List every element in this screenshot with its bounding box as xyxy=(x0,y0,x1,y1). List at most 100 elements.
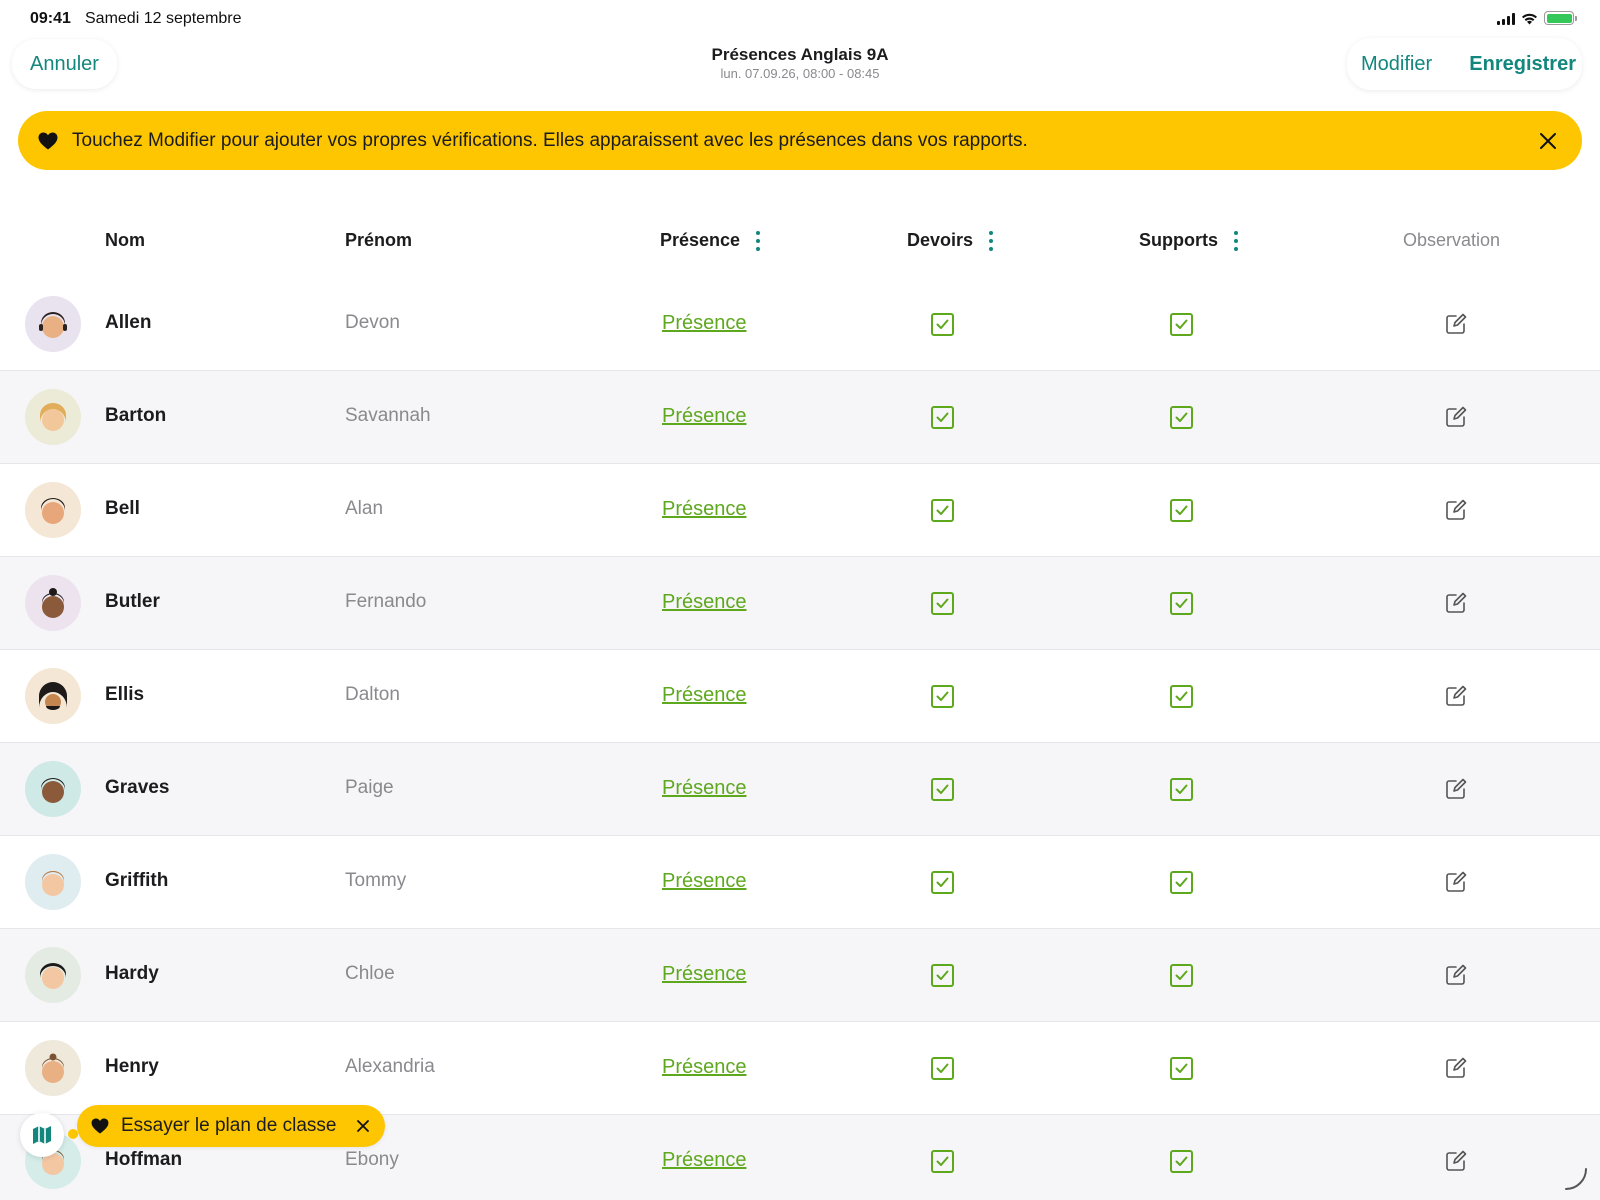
student-first-name: Chloe xyxy=(345,963,395,984)
supports-checkbox-icon[interactable] xyxy=(1170,1150,1193,1173)
student-first-name: Tommy xyxy=(345,870,407,891)
student-last-name: Graves xyxy=(105,777,170,798)
student-last-name: Hardy xyxy=(105,963,159,984)
nav-actions: Modifier Enregistrer xyxy=(1347,38,1582,90)
table-row: Bell Alan Présence xyxy=(0,464,1600,557)
devoirs-checkbox-icon[interactable] xyxy=(931,871,954,894)
edit-note-icon[interactable] xyxy=(1444,591,1468,615)
supports-checkbox-icon[interactable] xyxy=(1170,499,1193,522)
map-icon xyxy=(33,1126,51,1144)
presence-link[interactable]: Présence xyxy=(662,1149,747,1172)
table-row: Barton Savannah Présence xyxy=(0,371,1600,464)
save-button[interactable]: Enregistrer xyxy=(1469,53,1576,76)
avatar xyxy=(25,1040,81,1096)
avatar xyxy=(25,947,81,1003)
wifi-icon xyxy=(1522,13,1537,25)
supports-checkbox-icon[interactable] xyxy=(1170,592,1193,615)
table-row: Graves Paige Présence xyxy=(0,743,1600,836)
supports-checkbox-icon[interactable] xyxy=(1170,685,1193,708)
devoirs-checkbox-icon[interactable] xyxy=(931,964,954,987)
devoirs-checkbox-icon[interactable] xyxy=(931,1150,954,1173)
student-last-name: Allen xyxy=(105,312,152,333)
seating-plan-prompt[interactable]: Essayer le plan de classe xyxy=(77,1105,385,1147)
close-icon[interactable] xyxy=(1536,129,1560,153)
supports-options-icon[interactable] xyxy=(1232,230,1240,251)
presence-link[interactable]: Présence xyxy=(662,684,747,707)
avatar xyxy=(25,668,81,724)
devoirs-checkbox-icon[interactable] xyxy=(931,1057,954,1080)
devoirs-checkbox-icon[interactable] xyxy=(931,499,954,522)
avatar xyxy=(25,389,81,445)
supports-checkbox-icon[interactable] xyxy=(1170,1057,1193,1080)
column-header-supports-label: Supports xyxy=(1139,230,1218,250)
column-header-presence-label: Présence xyxy=(660,230,741,250)
close-icon[interactable] xyxy=(355,1118,371,1134)
devoirs-checkbox-icon[interactable] xyxy=(931,406,954,429)
column-header-prenom-label: Prénom xyxy=(345,230,413,250)
column-header-observation: Observation xyxy=(1403,230,1500,251)
student-last-name: Griffith xyxy=(105,870,169,891)
edit-note-icon[interactable] xyxy=(1444,777,1468,801)
edit-note-icon[interactable] xyxy=(1444,963,1468,987)
column-header-observation-label: Observation xyxy=(1403,230,1501,250)
student-first-name: Alan xyxy=(345,498,384,519)
table-row: Hardy Chloe Présence xyxy=(0,929,1600,1022)
presence-options-icon[interactable] xyxy=(754,230,762,251)
avatar xyxy=(25,575,81,631)
battery-icon xyxy=(1544,11,1577,25)
column-header-nom: Nom xyxy=(105,230,145,251)
column-header-supports: Supports xyxy=(1139,230,1240,251)
table-row: Ellis Dalton Présence xyxy=(0,650,1600,743)
edit-note-icon[interactable] xyxy=(1444,498,1468,522)
edit-note-icon[interactable] xyxy=(1444,312,1468,336)
supports-checkbox-icon[interactable] xyxy=(1170,406,1193,429)
presence-link[interactable]: Présence xyxy=(662,498,747,521)
presence-link[interactable]: Présence xyxy=(662,777,747,800)
student-last-name: Ellis xyxy=(105,684,145,705)
devoirs-checkbox-icon[interactable] xyxy=(931,778,954,801)
seating-plan-button[interactable] xyxy=(20,1113,64,1157)
devoirs-checkbox-icon[interactable] xyxy=(931,685,954,708)
supports-checkbox-icon[interactable] xyxy=(1170,964,1193,987)
supports-checkbox-icon[interactable] xyxy=(1170,313,1193,336)
student-first-name: Paige xyxy=(345,777,394,798)
presence-link[interactable]: Présence xyxy=(662,870,747,893)
devoirs-checkbox-icon[interactable] xyxy=(931,313,954,336)
supports-checkbox-icon[interactable] xyxy=(1170,871,1193,894)
edit-note-icon[interactable] xyxy=(1444,405,1468,429)
heart-icon xyxy=(91,1118,109,1134)
presence-link[interactable]: Présence xyxy=(662,1056,747,1079)
student-first-name: Fernando xyxy=(345,591,427,612)
presence-link[interactable]: Présence xyxy=(662,405,747,428)
status-bar: 09:41 Samedi 12 septembre xyxy=(0,0,1600,36)
heart-icon xyxy=(38,132,58,149)
student-first-name: Ebony xyxy=(345,1149,399,1170)
banner-text: Touchez Modifier pour ajouter vos propre… xyxy=(72,129,1028,151)
edit-note-icon[interactable] xyxy=(1444,1056,1468,1080)
supports-checkbox-icon[interactable] xyxy=(1170,778,1193,801)
avatar xyxy=(25,296,81,352)
devoirs-options-icon[interactable] xyxy=(987,230,995,251)
edit-note-icon[interactable] xyxy=(1444,1149,1468,1173)
presence-link[interactable]: Présence xyxy=(662,312,747,335)
table-header: Nom Prénom Présence Devoirs Supports Obs… xyxy=(0,222,1600,262)
presence-link[interactable]: Présence xyxy=(662,591,747,614)
edit-note-icon[interactable] xyxy=(1444,870,1468,894)
student-last-name: Butler xyxy=(105,591,160,612)
table-row: Henry Alexandria Présence xyxy=(0,1022,1600,1115)
student-first-name: Dalton xyxy=(345,684,400,705)
devoirs-checkbox-icon[interactable] xyxy=(931,592,954,615)
column-header-devoirs: Devoirs xyxy=(907,230,995,251)
presence-link[interactable]: Présence xyxy=(662,963,747,986)
avatar xyxy=(25,482,81,538)
edit-button[interactable]: Modifier xyxy=(1361,53,1432,76)
student-last-name: Barton xyxy=(105,405,167,426)
table-row: Griffith Tommy Présence xyxy=(0,836,1600,929)
table-row: Allen Devon Présence xyxy=(0,278,1600,371)
info-banner: Touchez Modifier pour ajouter vos propre… xyxy=(18,111,1582,170)
edit-note-icon[interactable] xyxy=(1444,684,1468,708)
avatar xyxy=(25,854,81,910)
status-date: Samedi 12 septembre xyxy=(85,10,242,27)
status-time: 09:41 xyxy=(30,10,71,27)
cellular-signal-icon xyxy=(1497,13,1515,25)
